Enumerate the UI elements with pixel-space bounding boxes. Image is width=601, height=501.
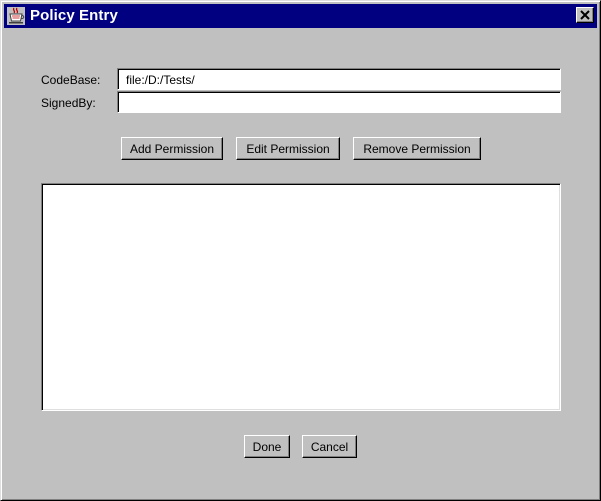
close-button[interactable] — [576, 7, 594, 23]
permissions-list[interactable] — [41, 183, 561, 411]
window-title: Policy Entry — [30, 7, 118, 24]
cancel-button[interactable]: Cancel — [302, 435, 357, 458]
signedby-label: SignedBy: — [41, 96, 96, 110]
signedby-field[interactable] — [117, 91, 561, 113]
title-bar[interactable]: Policy Entry — [4, 4, 597, 28]
codebase-field[interactable] — [117, 68, 561, 90]
done-button[interactable]: Done — [244, 435, 290, 458]
java-coffee-cup-icon — [7, 7, 25, 25]
remove-permission-button[interactable]: Remove Permission — [353, 137, 481, 160]
policy-entry-dialog: Policy Entry CodeBase: SignedBy: Add Per… — [0, 0, 601, 501]
add-permission-button[interactable]: Add Permission — [121, 137, 223, 160]
codebase-label: CodeBase: — [41, 73, 101, 87]
edit-permission-button[interactable]: Edit Permission — [236, 137, 340, 160]
close-x-icon — [580, 10, 590, 20]
